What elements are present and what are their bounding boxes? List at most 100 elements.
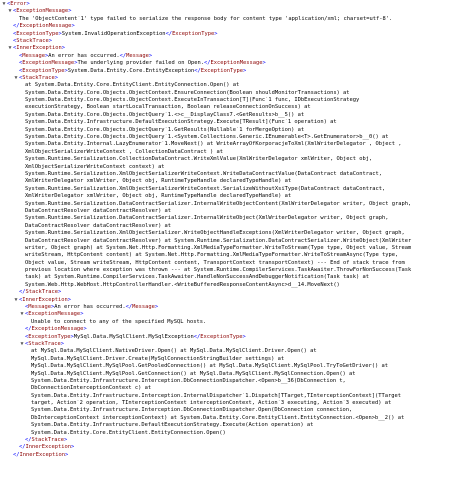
xml-line: System.Data.Entity.Core.Objects.ObjectQu… xyxy=(1,112,474,119)
xml-line: System.Data.Entity.Core.Objects.ObjectQu… xyxy=(1,134,474,141)
closing-tag-name: ExceptionType xyxy=(200,67,243,74)
opening-tag-name: Error xyxy=(10,1,27,7)
xml-line: DataContractResolver dataContractResolve… xyxy=(1,238,474,245)
text-content: System.Data.Entity.Infrastructure.Interc… xyxy=(31,392,401,399)
xml-line: target, Action`2 operation, TInterceptio… xyxy=(1,400,474,407)
tag-bracket: > xyxy=(148,52,153,59)
text-content: The 'ObjectContent`1' type failed to ser… xyxy=(19,15,393,22)
text-content: System.InvalidOperationException xyxy=(61,30,166,37)
xml-line: ▼ < ExceptionMessage > xyxy=(1,311,474,318)
tag-bracket: > xyxy=(48,37,52,44)
text-content: System.Runtime.Serialization.XmlObjectSe… xyxy=(25,185,386,192)
text-content: DbInterceptionContext interceptionContex… xyxy=(31,414,405,421)
closing-tag-name: Message xyxy=(132,304,155,311)
xml-line: System.Data.Entity.Core.Objects.ObjectCo… xyxy=(1,97,474,104)
text-content: Unable to connect to any of the specifie… xyxy=(31,318,207,325)
text-content: The underlying provider failed on Open. xyxy=(77,60,205,67)
xml-line: System.Data.Entity.Infrastructure.Interc… xyxy=(1,378,474,385)
xml-line: System.Data.Entity.Infrastructure.Interc… xyxy=(1,393,474,400)
xml-line: DbConnectionInterceptionContext c) at xyxy=(1,385,474,392)
text-content: System.Runtime.Serialization.CollectionD… xyxy=(25,156,373,163)
tag-bracket: > xyxy=(57,289,62,296)
text-content: An error has occurred. xyxy=(48,52,120,59)
xml-line: </StackTrace > xyxy=(1,437,474,444)
tag-bracket: > xyxy=(80,311,84,318)
opening-tag-name: StackTrace xyxy=(28,340,61,347)
xml-line: ▼ < StackTrace > xyxy=(1,341,474,348)
text-content: MySql.Data.MySqlClient.MySqlPool.GetPool… xyxy=(31,363,388,370)
opening-tag-name: ExceptionMessage xyxy=(16,8,69,15)
xml-line: Unable to connect to any of the specifie… xyxy=(1,319,474,326)
text-content: System.Data.Entity.Core.Objects.ObjectCo… xyxy=(25,97,360,104)
xml-line: MySql.Data.MySqlClient.Driver.Create(MyS… xyxy=(1,356,474,363)
text-content: XmlWriterDelegator xmlWriter, Object obj… xyxy=(25,193,292,200)
text-content: System.Data.Entity.Core.Objects.ObjectQu… xyxy=(25,126,305,133)
text-content: System.Data.Entity.Core.EntityClient.Ent… xyxy=(31,429,226,436)
xml-line: System.Runtime.Serialization.DataContrac… xyxy=(1,215,474,222)
text-content: Object value, Stream writeStream, HttpCo… xyxy=(25,259,405,266)
text-content: DataContractResolver dataContractResolve… xyxy=(25,237,412,244)
xml-line: DataContractResolver dataContractResolve… xyxy=(1,208,474,215)
text-content: System.Runtime.Serialization.DataContrac… xyxy=(25,200,412,207)
xml-line: DataContractResolver dataContractResolve… xyxy=(1,223,474,230)
xml-line: System.Runtime.Serialization.CollectionD… xyxy=(1,156,474,163)
tag-bracket: > xyxy=(64,451,69,458)
xml-line: XmlWriterDelegator xmlWriter, Object obj… xyxy=(1,178,474,185)
xml-line: < ExceptionMessage > The underlying provide… xyxy=(1,60,474,67)
text-content: MySql.Data.MySqlClient.Driver.Create(MyS… xyxy=(31,355,285,362)
closing-tag-name: ExceptionMessage xyxy=(31,326,84,333)
text-content: System.Data.Entity.Core.Objects.ObjectCo… xyxy=(25,89,350,96)
xml-line: < StackTrace > xyxy=(1,38,474,45)
tag-bracket: > xyxy=(262,60,266,67)
opening-tag-name: Message xyxy=(22,52,45,59)
tag-bracket: > xyxy=(70,444,75,451)
xml-line: Object value, Stream writeStream, HttpCo… xyxy=(1,260,474,267)
text-content: executionStrategy, Boolean startLocalTra… xyxy=(25,104,311,111)
tag-bracket: > xyxy=(67,296,71,303)
text-content: System.Web.Http.WebHost.HttpControllerHa… xyxy=(25,281,340,288)
text-content: System.Data.Entity.Infrastructure.Interc… xyxy=(31,377,346,384)
tag-bracket: > xyxy=(26,1,30,7)
xml-line: ▼ < InnerException > xyxy=(1,45,474,52)
xml-line: < Message > An error has occurred. </Message… xyxy=(1,304,474,311)
xml-viewer: ▼ < Error > ▼ < ExceptionMessage > The 'ObjectCo… xyxy=(0,0,474,490)
xml-line: </ExceptionMessage > xyxy=(1,23,474,30)
text-content: System.Runtime.Serialization.XmlObjectSe… xyxy=(25,170,382,177)
xml-line: ▼ < StackTrace > xyxy=(1,75,474,82)
xml-line: </InnerException > xyxy=(1,444,474,451)
opening-tag-name: Message xyxy=(28,304,51,311)
xml-line: </StackTrace > xyxy=(1,289,474,296)
text-content: System.Data.Entity.Core.Objects.ObjectQu… xyxy=(25,111,305,118)
tag-bracket: > xyxy=(214,30,218,37)
tag-bracket: > xyxy=(61,45,65,52)
xml-line: </InnerException > xyxy=(1,452,474,459)
closing-tag-name: ExceptionType xyxy=(200,333,243,340)
xml-line: System.Runtime.Serialization.XmlObjectSe… xyxy=(1,186,474,193)
xml-line: System.Data.Entity.Core.Objects.ObjectQu… xyxy=(1,127,474,134)
text-content: XmlWriterDelegator xmlWriter, Object obj… xyxy=(25,178,292,185)
xml-line: < Message > An error has occurred. </Message… xyxy=(1,53,474,60)
xml-line: writeStream, HttpContent content) at Sys… xyxy=(1,252,474,259)
text-content: MySql.Data.MySqlClient.MySqlPool.GetConn… xyxy=(31,370,356,377)
closing-tag-name: StackTrace xyxy=(31,437,64,444)
opening-tag-name: StackTrace xyxy=(16,37,49,44)
xml-line: </ExceptionMessage > xyxy=(1,326,474,333)
xml-line: previous location where exception was th… xyxy=(1,267,474,274)
tag-bracket: > xyxy=(54,74,58,81)
xml-line: MySql.Data.MySqlClient.MySqlPool.GetPool… xyxy=(1,363,474,370)
opening-tag-name: ExceptionType xyxy=(16,30,59,37)
text-content: writeStream, HttpContent content) at Sys… xyxy=(25,252,399,259)
text-content: System.Data.Entity.Infrastructure.Defaul… xyxy=(25,119,337,126)
text-content: writer, Object graph) at System.Net.Http… xyxy=(25,244,412,251)
xml-line: The 'ObjectContent`1' type failed to ser… xyxy=(1,16,474,23)
xml-line: executionStrategy, Boolean startLocalTra… xyxy=(1,104,474,111)
tag-bracket: > xyxy=(60,340,64,347)
xml-line: System.Data.Entity.Infrastructure.Defaul… xyxy=(1,422,474,429)
opening-tag-name: ExceptionMessage xyxy=(22,60,75,67)
text-content: previous location where exception was th… xyxy=(25,267,412,274)
tag-bracket: > xyxy=(71,23,75,30)
tag-bracket: > xyxy=(242,67,247,74)
text-content: System.Data.Entity.Infrastructure.Defaul… xyxy=(31,422,314,429)
xml-line: DbInterceptionContext interceptionContex… xyxy=(1,415,474,422)
closing-tag-name: ExceptionMessage xyxy=(210,60,263,67)
